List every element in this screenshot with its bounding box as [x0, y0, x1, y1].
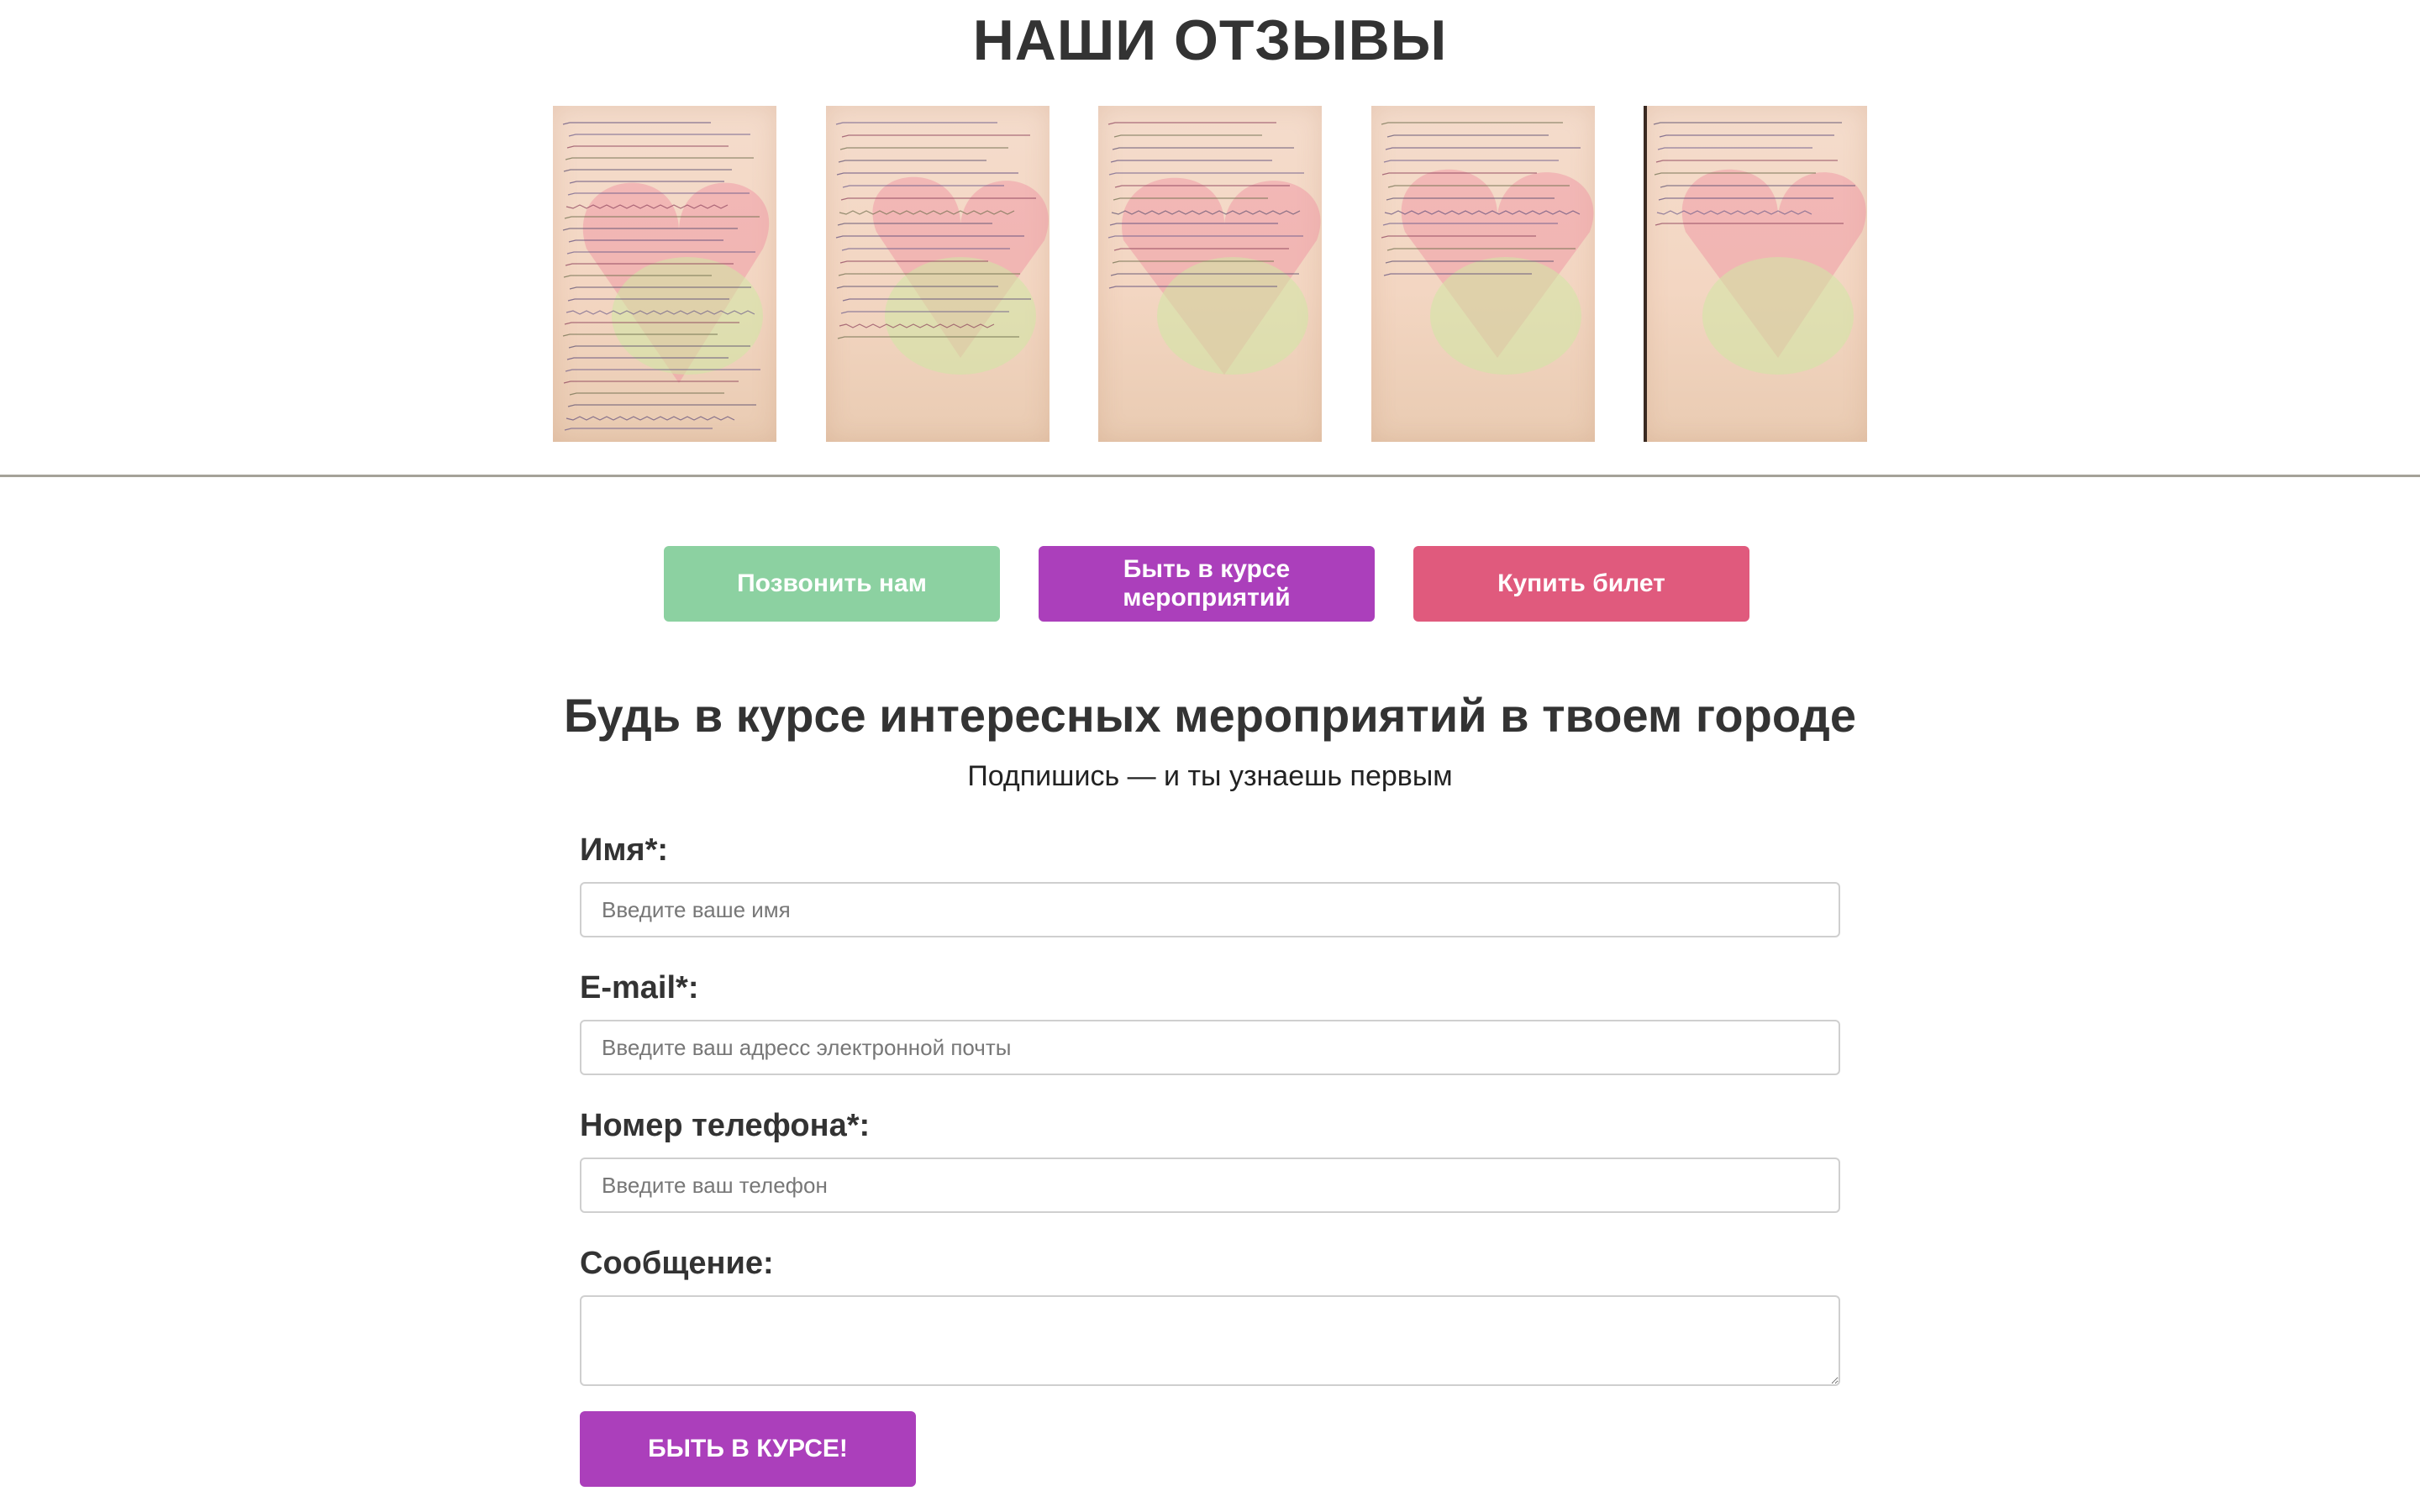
subscribe-events-button[interactable]: Быть в курсе мероприятий	[1039, 546, 1375, 622]
subscribe-submit-button[interactable]: БЫТЬ В КУРСЕ!	[580, 1411, 916, 1487]
handwritten-letter-image	[1381, 122, 1593, 375]
handwritten-letter-image	[1653, 122, 1866, 375]
phone-input[interactable]	[580, 1158, 1840, 1213]
cta-buttons: Позвонить нам Быть в курсе мероприятий К…	[664, 546, 1749, 622]
reviews-gallery	[553, 106, 1867, 442]
call-us-button[interactable]: Позвонить нам	[664, 546, 1000, 622]
buy-ticket-button[interactable]: Купить билет	[1413, 546, 1749, 622]
handwritten-letter-image	[562, 122, 770, 431]
message-label: Сообщение:	[580, 1246, 774, 1281]
review-photo[interactable]	[1098, 106, 1322, 442]
review-photo[interactable]	[553, 106, 776, 442]
subscribe-form-subtitle: Подпишись — и ты узнаешь первым	[967, 760, 1453, 792]
email-input[interactable]	[580, 1020, 1840, 1075]
phone-label: Номер телефона*:	[580, 1108, 871, 1143]
email-label: E-mail*:	[580, 970, 699, 1005]
page: НАШИ ОТЗЫВЫ Позвонить нам Быть в курсе м…	[0, 0, 2420, 1512]
subscribe-form-title: Будь в курсе интересных мероприятий в тв…	[563, 689, 1856, 742]
handwritten-letter-image	[1107, 122, 1321, 375]
name-input[interactable]	[580, 882, 1840, 937]
name-label: Имя*:	[580, 832, 669, 868]
message-textarea[interactable]	[580, 1295, 1840, 1386]
reviews-title: НАШИ ОТЗЫВЫ	[972, 8, 1448, 72]
review-photo[interactable]	[1370, 106, 1595, 442]
review-photo[interactable]	[825, 106, 1050, 442]
review-photo[interactable]	[1644, 106, 1867, 442]
section-divider	[0, 475, 2420, 477]
handwritten-letter-image	[835, 122, 1049, 375]
